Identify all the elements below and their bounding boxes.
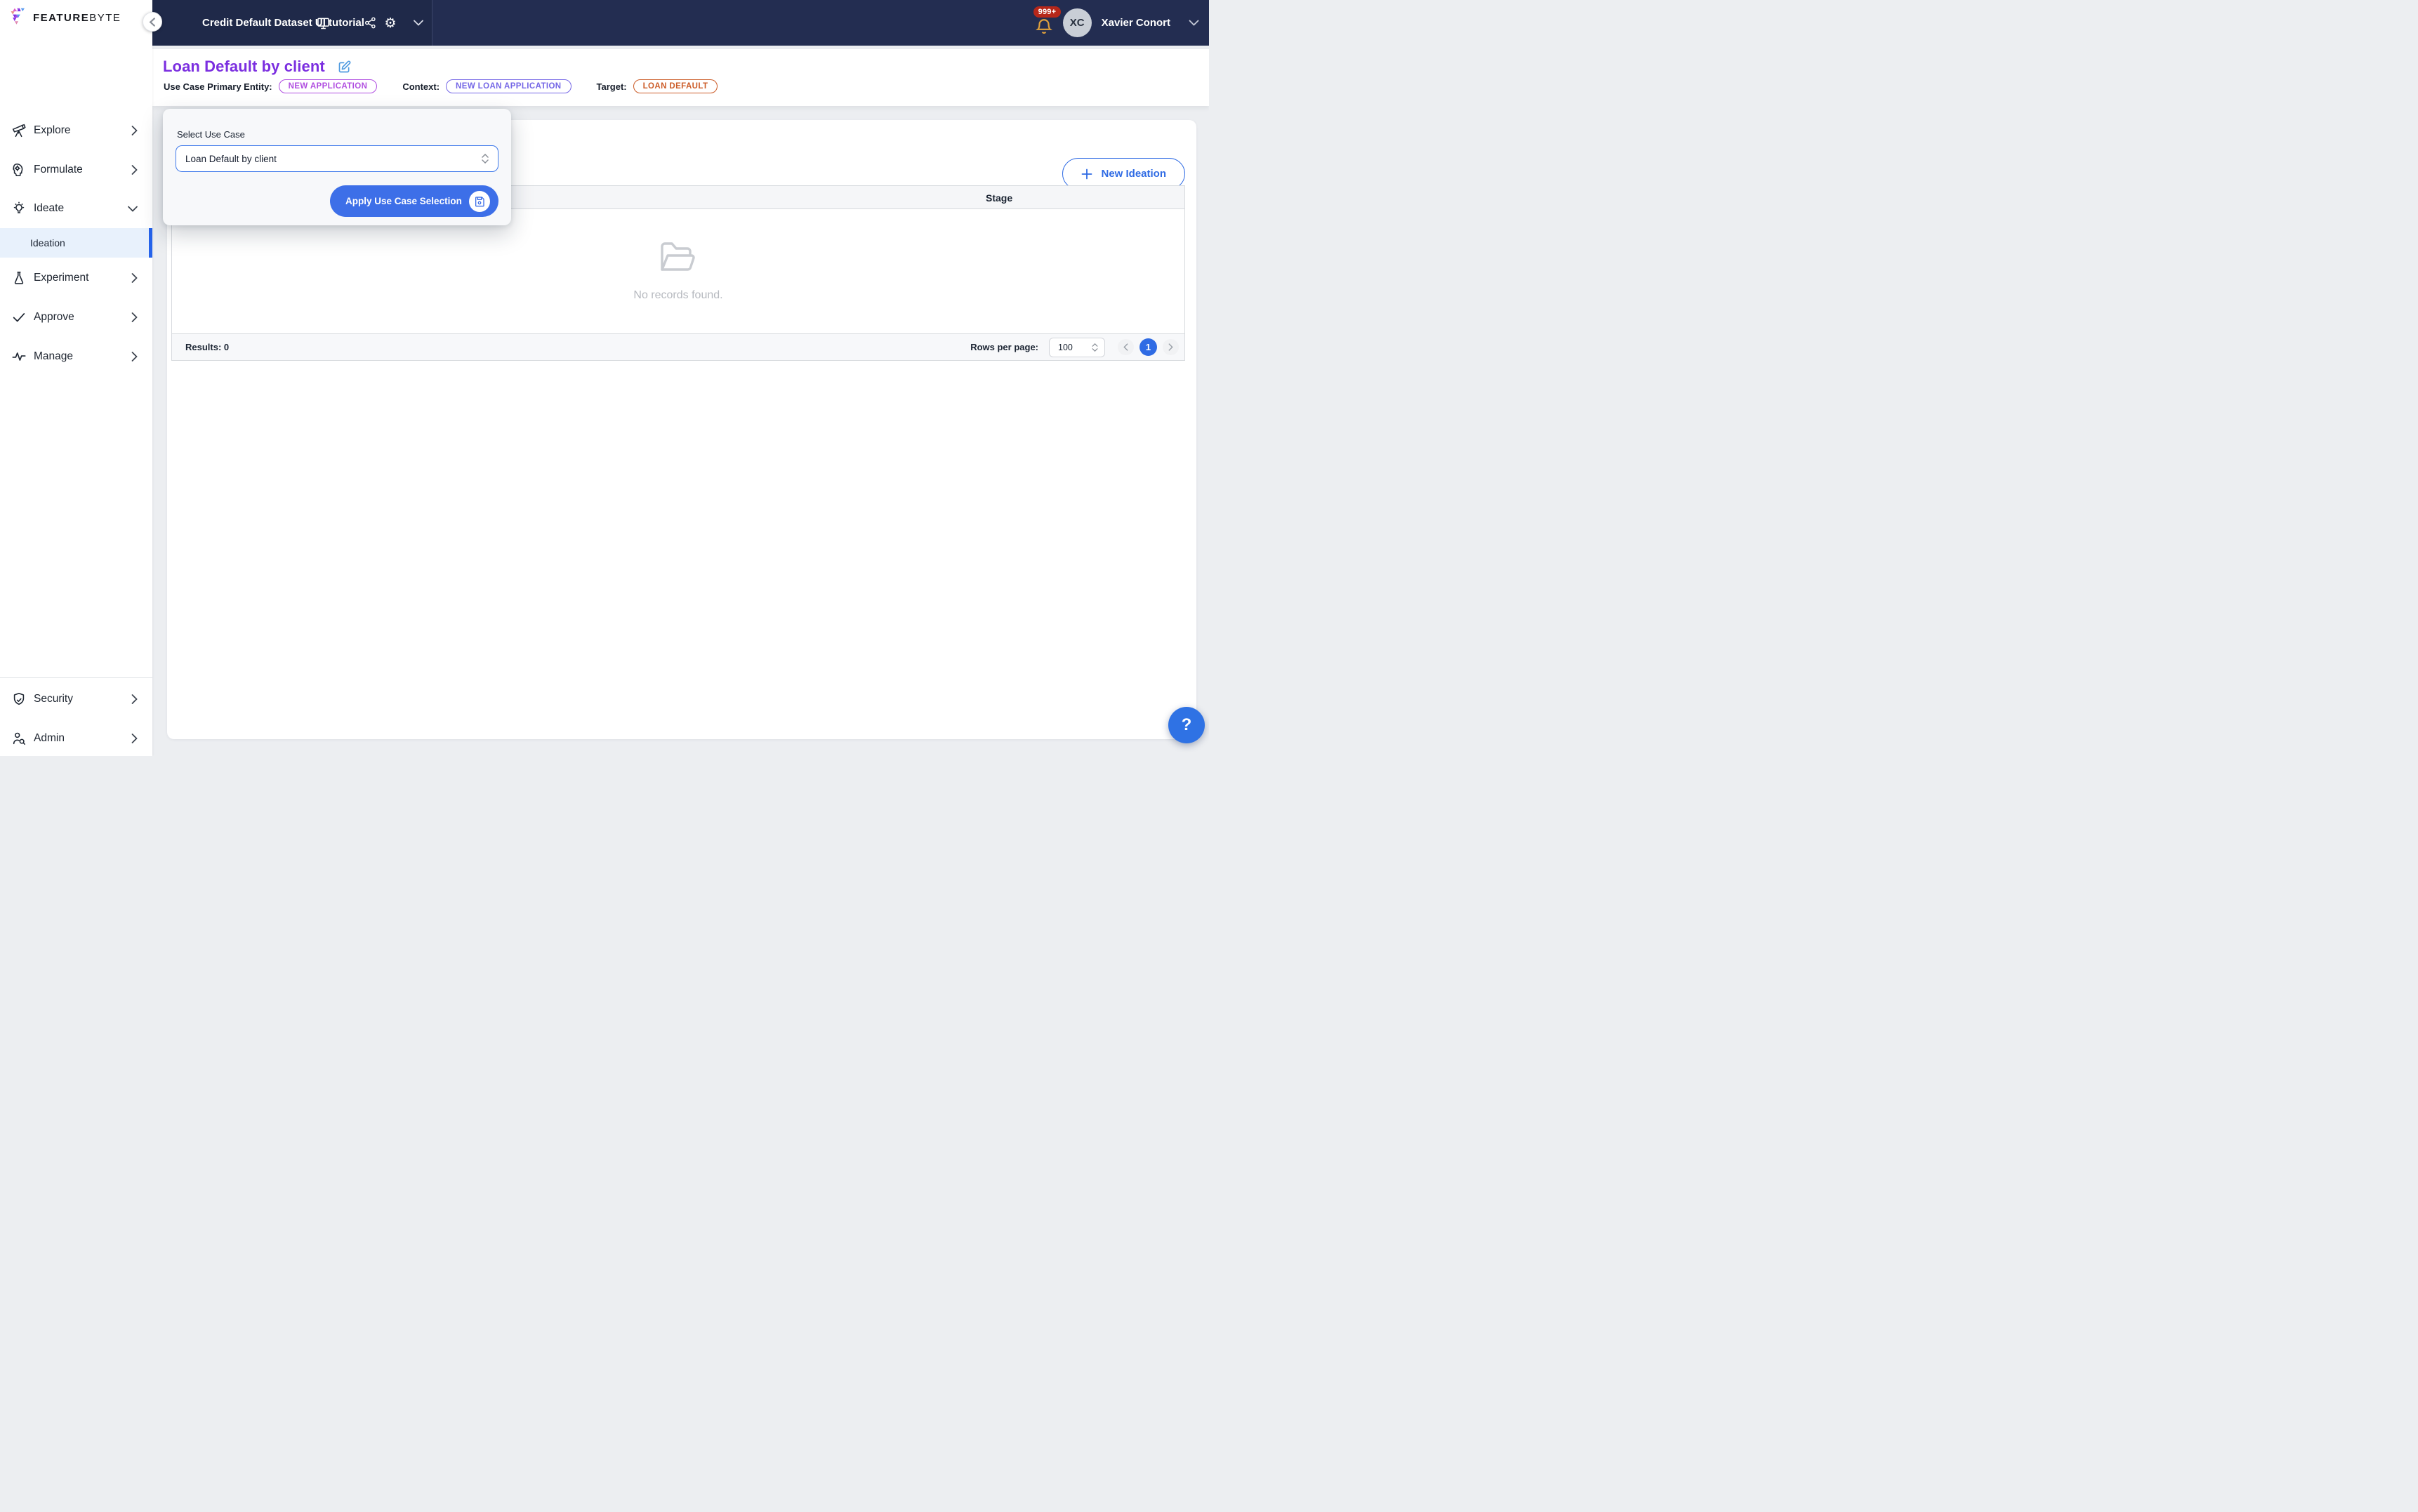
sidebar-item-label: Security <box>34 693 73 705</box>
navbar-user-area: 999+ XC Xavier Conort <box>1029 0 1199 46</box>
lightbulb-icon <box>11 200 27 217</box>
featurebyte-logo-mark <box>8 7 29 28</box>
sidebar-item-admin[interactable]: Admin <box>0 724 152 752</box>
featurebyte-logo[interactable]: FEATUREBYTE <box>8 7 121 28</box>
chevron-right-icon <box>131 126 138 135</box>
featurebyte-logo-text: FEATUREBYTE <box>33 12 121 24</box>
sidebar-item-label: Admin <box>34 732 65 745</box>
sidebar-item-label: Formulate <box>34 164 83 176</box>
sidebar-item-security[interactable]: Security <box>0 685 152 713</box>
results-count: Results: 0 <box>185 342 229 352</box>
sidebar-subitem-label: Ideation <box>30 237 65 248</box>
primary-entity-badge: NEW APPLICATION <box>279 79 378 93</box>
column-header-stage: Stage <box>986 186 1012 209</box>
check-icon <box>11 309 27 326</box>
apply-use-case-button[interactable]: Apply Use Case Selection <box>330 185 498 217</box>
bell-icon <box>1035 18 1053 39</box>
chevron-right-icon <box>131 165 138 175</box>
user-menu-chevron-icon[interactable] <box>1189 20 1199 26</box>
use-case-meta-row: Use Case Primary Entity: NEW APPLICATION… <box>164 79 718 93</box>
edit-title-button[interactable] <box>337 60 352 74</box>
help-button[interactable]: ? <box>1168 707 1205 743</box>
use-case-select[interactable]: Loan Default by client <box>176 145 498 172</box>
settings-gear-icon[interactable]: ⚙ <box>380 0 401 46</box>
chevron-right-icon <box>131 734 138 743</box>
chevron-right-icon <box>131 273 138 283</box>
target-label: Target: <box>597 81 627 92</box>
navbar-project-section: Credit Default Dataset UI tutorial ⚙ <box>152 0 432 46</box>
user-search-icon <box>11 730 27 747</box>
app-screen: Credit Default Dataset UI tutorial ⚙ 999… <box>0 0 1209 756</box>
active-indicator-bar <box>149 228 152 258</box>
user-name: Xavier Conort <box>1102 17 1170 29</box>
select-use-case-popover: Select Use Case Loan Default by client A… <box>163 109 511 225</box>
sidebar-item-ideation-active[interactable]: Ideation <box>0 228 152 258</box>
empty-message: No records found. <box>633 289 722 302</box>
share-icon[interactable] <box>360 0 380 46</box>
open-folder-icon <box>659 241 697 274</box>
rows-per-page-value: 100 <box>1058 343 1073 352</box>
use-case-selected-value: Loan Default by client <box>185 154 277 164</box>
sidebar-item-label: Ideate <box>34 202 64 215</box>
context-label: Context: <box>402 81 440 92</box>
page-title: Loan Default by client <box>163 58 325 76</box>
select-updown-icon <box>482 154 489 164</box>
target-badge: LOAN DEFAULT <box>633 79 718 93</box>
pagination-next-button[interactable] <box>1163 339 1179 355</box>
pagination-prev-button[interactable] <box>1118 339 1134 355</box>
notifications-button[interactable]: 999+ <box>1029 8 1060 39</box>
chevron-down-icon <box>128 206 138 212</box>
new-ideation-label: New Ideation <box>1101 168 1166 180</box>
user-avatar[interactable]: XC <box>1063 8 1092 37</box>
sidebar-item-approve[interactable]: Approve <box>0 303 152 331</box>
head-gear-icon <box>11 161 27 178</box>
primary-entity-label: Use Case Primary Entity: <box>164 81 272 92</box>
sidebar-collapse-button[interactable] <box>143 12 162 32</box>
notification-count-badge: 999+ <box>1033 6 1062 18</box>
chevron-right-icon <box>131 312 138 322</box>
pagination-page-1[interactable]: 1 <box>1139 338 1157 356</box>
empty-state: No records found. <box>172 209 1184 334</box>
sidebar-item-label: Manage <box>34 350 73 363</box>
chevron-right-icon <box>131 694 138 704</box>
sidebar-item-label: Experiment <box>34 272 88 284</box>
project-title: Credit Default Dataset UI tutorial <box>202 0 364 46</box>
apply-use-case-label: Apply Use Case Selection <box>345 196 462 206</box>
activity-pulse-icon <box>11 348 27 365</box>
sidebar-item-experiment[interactable]: Experiment <box>0 264 152 292</box>
sidebar-item-label: Explore <box>34 124 71 137</box>
flask-icon <box>11 270 27 286</box>
sidebar-item-explore[interactable]: Explore <box>0 117 152 145</box>
sidebar-item-ideate[interactable]: Ideate <box>0 194 152 223</box>
shield-check-icon <box>11 691 27 708</box>
top-navbar: Credit Default Dataset UI tutorial ⚙ 999… <box>152 0 1209 46</box>
sidebar-item-formulate[interactable]: Formulate <box>0 156 152 184</box>
select-use-case-label: Select Use Case <box>177 129 245 140</box>
rows-per-page-select[interactable]: 100 <box>1049 338 1105 357</box>
table-footer: Results: 0 Rows per page: 100 1 <box>172 333 1184 360</box>
chevron-right-icon <box>131 352 138 362</box>
plus-icon <box>1081 168 1092 180</box>
save-icon <box>469 191 490 212</box>
telescope-icon <box>11 122 27 139</box>
select-updown-icon <box>1092 343 1098 352</box>
sidebar: FEATUREBYTE Explore Formulate <box>0 0 152 756</box>
context-badge: NEW LOAN APPLICATION <box>446 79 571 93</box>
rows-per-page-label: Rows per page: <box>970 342 1038 352</box>
sidebar-item-manage[interactable]: Manage <box>0 343 152 371</box>
sidebar-item-label: Approve <box>34 311 74 324</box>
project-chevron-down-icon[interactable] <box>409 0 428 46</box>
sidebar-divider <box>0 677 152 678</box>
